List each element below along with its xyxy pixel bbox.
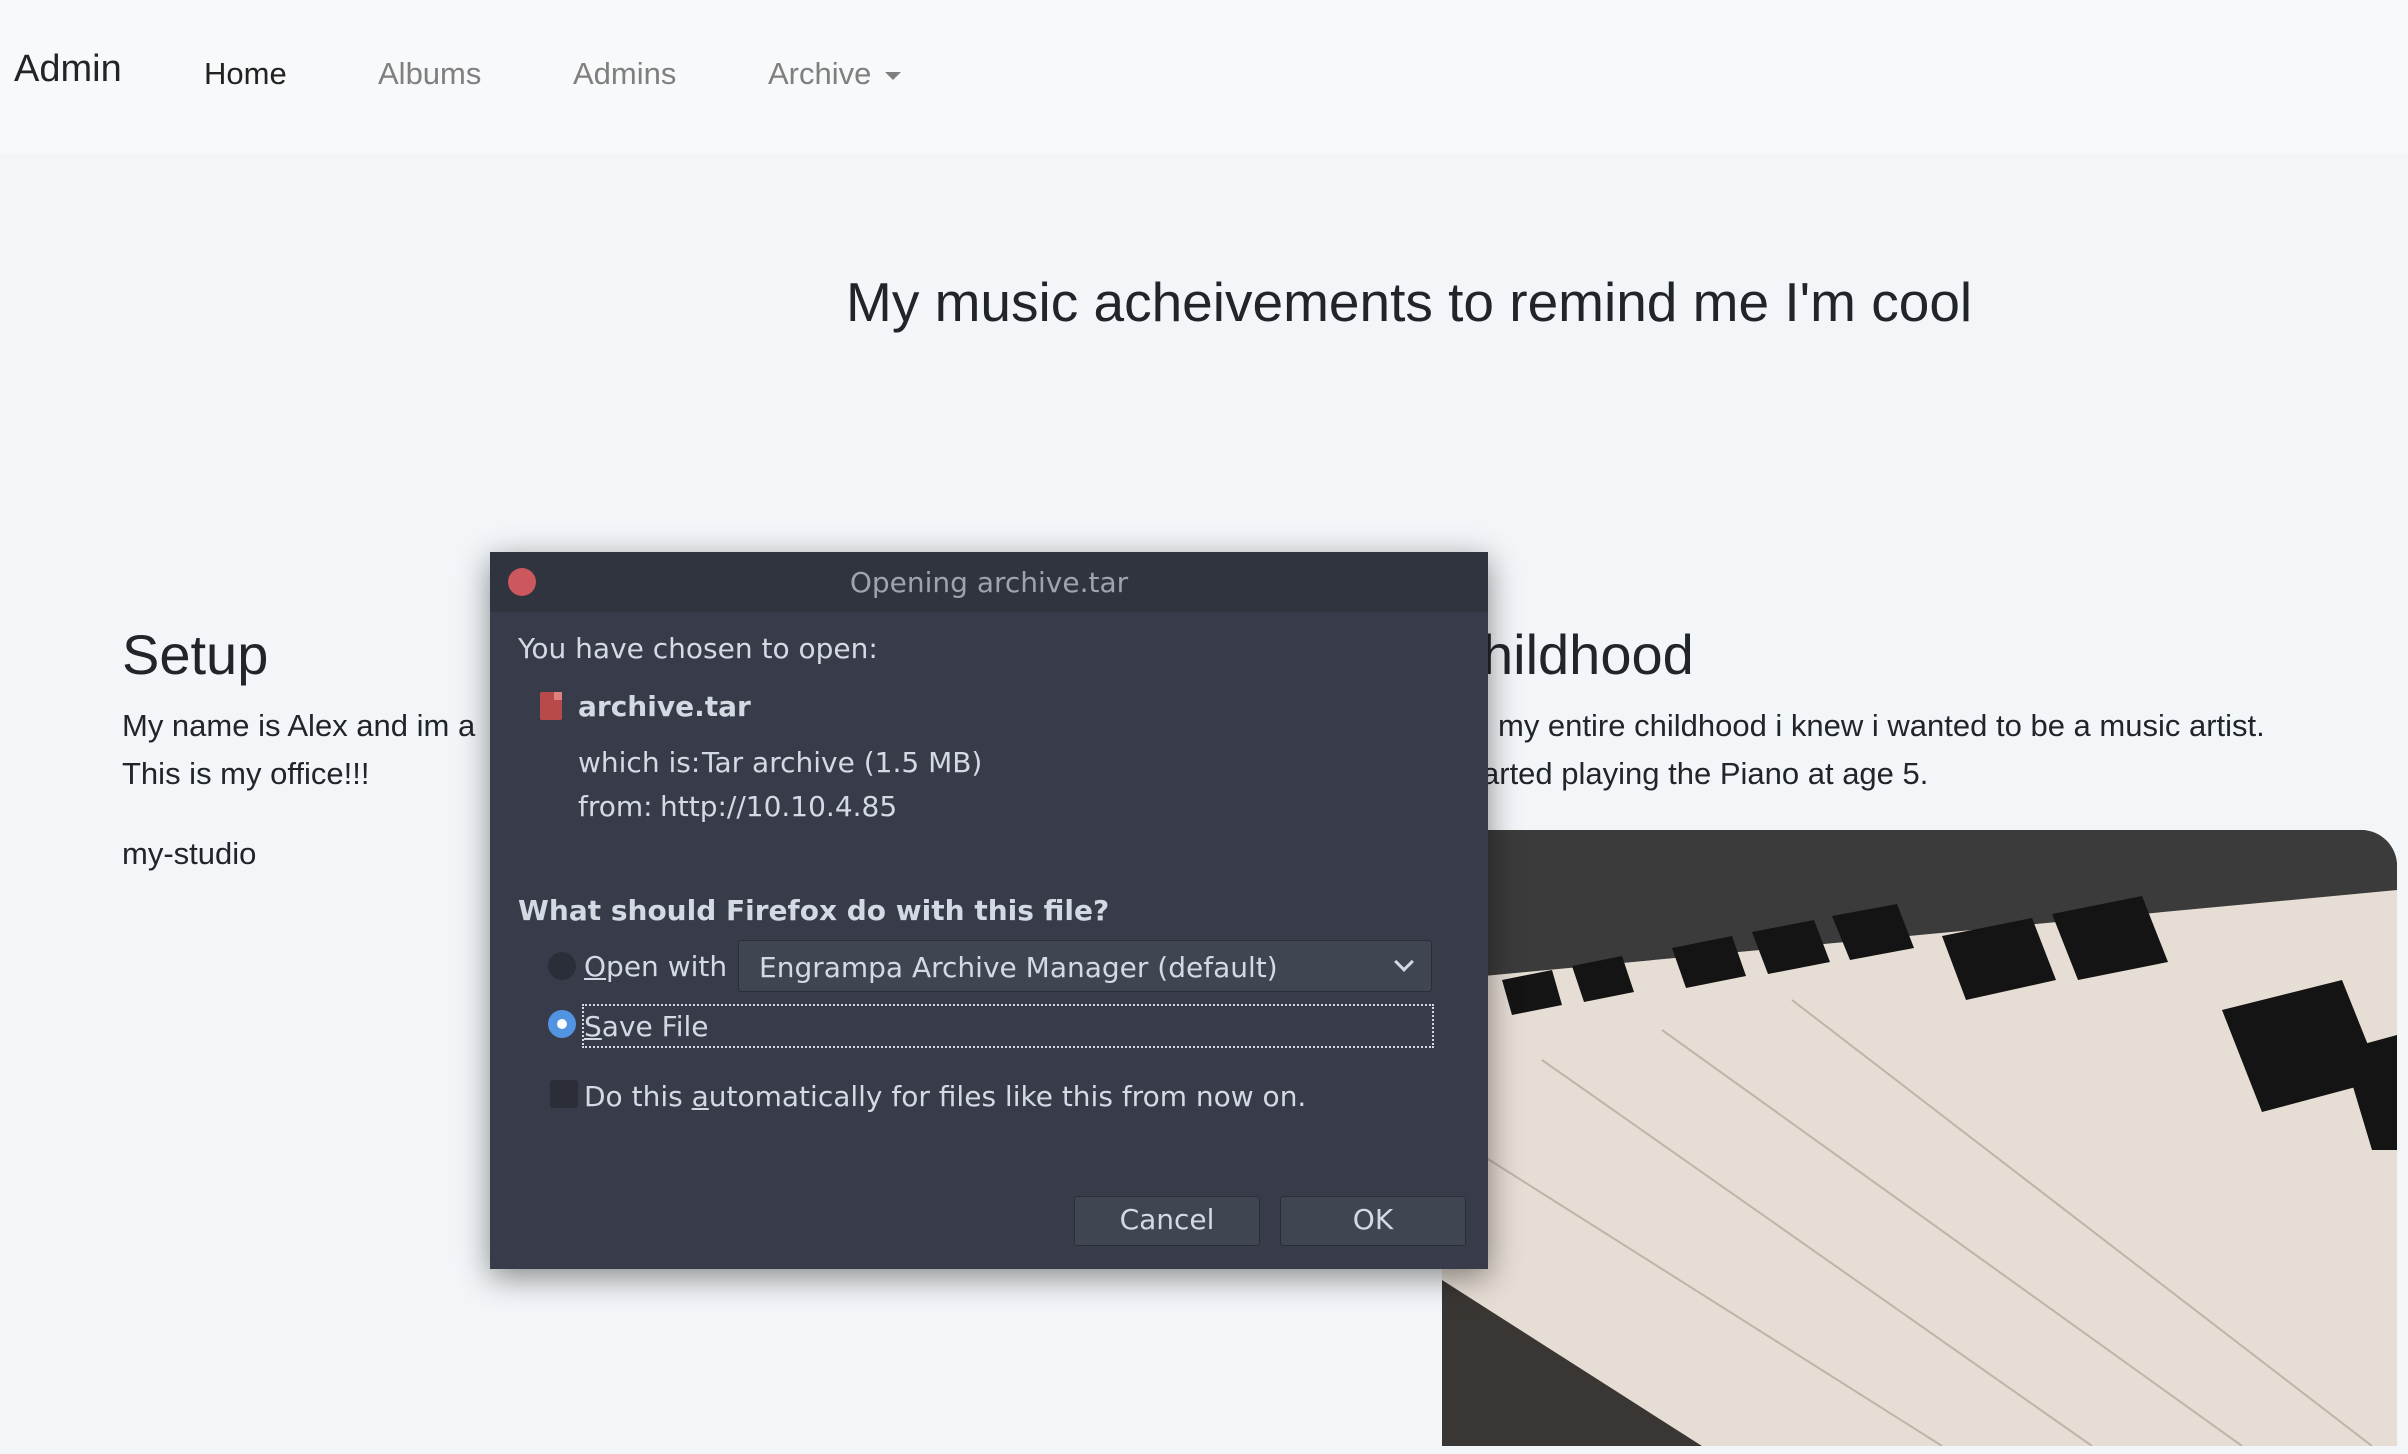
from-label: from:	[578, 790, 653, 823]
piano-keys-graphic	[1442, 830, 2397, 1446]
open-with-app-value: Engrampa Archive Manager (default)	[759, 951, 1278, 984]
save-file-label-rest: ave File	[601, 1010, 709, 1043]
save-file-radio[interactable]	[548, 1010, 576, 1038]
save-file-label[interactable]: Save File	[584, 1010, 709, 1043]
from-value: http://10.10.4.85	[660, 790, 898, 823]
nav-archive-label: Archive	[768, 56, 872, 91]
open-with-app-select[interactable]: Engrampa Archive Manager (default)	[738, 940, 1432, 992]
nav-archive-dropdown[interactable]: Archive	[768, 56, 902, 92]
navbar: Admin Home Albums Admins Archive	[0, 0, 2408, 154]
dialog-titlebar: Opening archive.tar	[490, 552, 1488, 612]
cancel-button[interactable]: Cancel	[1074, 1196, 1260, 1246]
which-is-label: which is:	[578, 746, 701, 779]
childhood-title: hildhood	[1482, 623, 1694, 686]
file-archive-icon	[540, 692, 562, 720]
dialog-title: Opening archive.tar	[849, 566, 1129, 599]
which-is-value: Tar archive (1.5 MB)	[702, 746, 983, 779]
dialog-intro: You have chosen to open:	[518, 632, 878, 665]
hero-title: My music acheivements to remind me I'm c…	[846, 271, 1973, 333]
chevron-down-icon	[1394, 952, 1414, 972]
brand-link[interactable]: Admin	[14, 48, 122, 91]
page: Admin Home Albums Admins Archive My musi…	[0, 0, 2408, 1454]
open-file-dialog: Opening archive.tar You have chosen to o…	[490, 552, 1488, 1269]
caret-down-icon	[885, 71, 902, 80]
auto-checkbox[interactable]	[550, 1080, 578, 1108]
setup-caption: my-studio	[122, 836, 257, 871]
open-with-radio[interactable]	[548, 952, 576, 980]
childhood-text-line2: arted playing the Piano at age 5.	[1482, 756, 1929, 791]
setup-text-line2: This is my office!!!	[122, 756, 370, 791]
auto-label[interactable]: Do this automatically for files like thi…	[584, 1080, 1306, 1113]
nav-admins[interactable]: Admins	[573, 56, 676, 92]
setup-title: Setup	[122, 623, 269, 686]
dialog-filename: archive.tar	[578, 690, 751, 723]
open-with-label[interactable]: Open with	[584, 950, 727, 983]
ok-button[interactable]: OK	[1280, 1196, 1466, 1246]
open-with-label-rest: pen with	[606, 950, 728, 983]
save-file-focus	[582, 1004, 1434, 1048]
setup-text-line1: My name is Alex and im a	[122, 708, 476, 743]
nav-albums[interactable]: Albums	[378, 56, 481, 92]
nav-home[interactable]: Home	[204, 56, 287, 92]
piano-image	[1442, 830, 2397, 1446]
childhood-text-line1: my entire childhood i knew i wanted to b…	[1498, 708, 2265, 743]
dialog-question: What should Firefox do with this file?	[518, 894, 1110, 927]
